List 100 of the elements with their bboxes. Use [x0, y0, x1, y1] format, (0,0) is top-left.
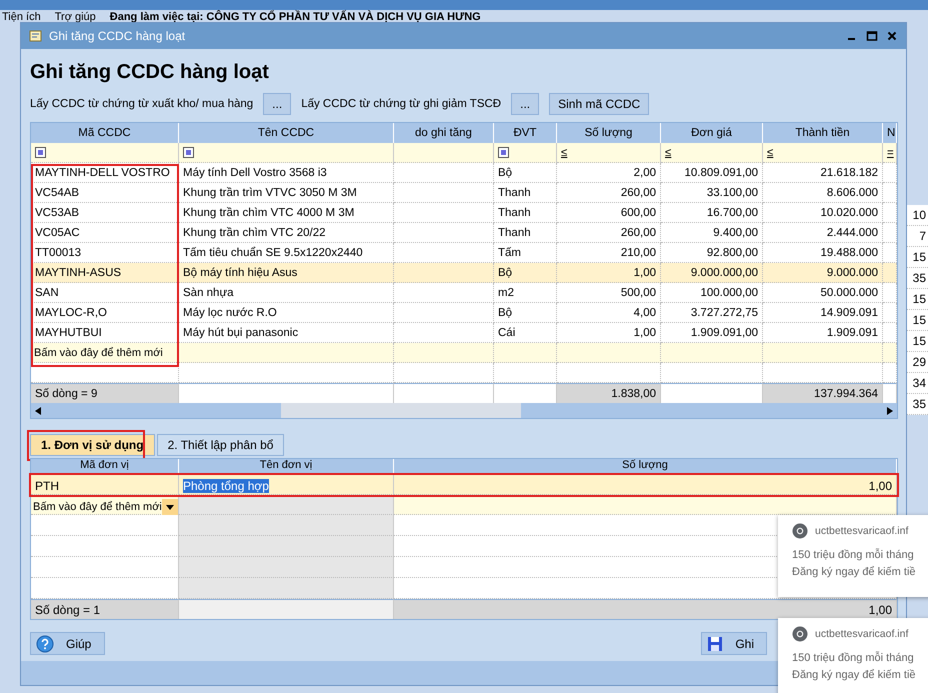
dropdown-caret-icon[interactable] — [162, 499, 178, 515]
filter-operator[interactable]: ≤ — [561, 143, 568, 162]
tab[interactable]: 1. Đơn vị sử dụng — [30, 434, 155, 456]
table-cell: Thanh — [494, 183, 557, 203]
notification-popup[interactable]: uctbettesvaricaof.inf 150 triệu đồng mỗi tháng Đăng ký ngay để kiếm tiề — [778, 618, 928, 693]
table-cell: 10.020.000 — [763, 203, 883, 223]
table-cell: Khung trần chìm VTC 20/22 — [179, 223, 394, 243]
scroll-left-icon[interactable] — [35, 406, 41, 414]
table-cell: MAYTINH-DELL VOSTRO — [31, 163, 179, 183]
toolbar-button[interactable]: Sinh mã CCDC — [549, 93, 650, 115]
filter-cell[interactable]: = — [883, 143, 897, 163]
notification-popup[interactable]: uctbettesvaricaof.inf 150 triệu đồng mỗi tháng Đăng ký ngay để kiếm tiề — [778, 515, 928, 597]
app-icon — [29, 29, 43, 43]
table-cell: Sàn nhựa — [179, 283, 394, 303]
summary-cell: 1,00 — [394, 599, 897, 619]
table-cell: Thanh — [494, 223, 557, 243]
table-cell — [883, 163, 897, 183]
table-cell: PTH — [31, 475, 179, 495]
dialog-heading: Ghi tăng CCDC hàng loạt — [30, 61, 270, 84]
column-header[interactable]: Tên CCDC — [179, 123, 394, 143]
table-cell: 16.700,00 — [661, 203, 763, 223]
toolbar-button[interactable]: ... — [511, 93, 540, 115]
table-cell — [883, 263, 897, 283]
table-cell: 9.000.000,00 — [661, 263, 763, 283]
table-cell: 1,00 — [394, 475, 897, 495]
table-cell: 14.909.091 — [763, 303, 883, 323]
browser-icon — [792, 626, 808, 642]
table-cell: Máy lọc nước R.O — [179, 303, 394, 323]
table-cell: 260,00 — [557, 183, 661, 203]
filter-operator[interactable]: ≤ — [665, 143, 672, 162]
table-cell: 3.727.272,75 — [661, 303, 763, 323]
notification-text: Đăng ký ngay để kiếm tiề — [792, 668, 917, 683]
table-cell — [883, 183, 897, 203]
add-row-prompt[interactable]: Bấm vào đây để thêm mới — [31, 343, 179, 363]
filter-operator[interactable]: = — [887, 143, 894, 162]
column-header[interactable]: Số lượng — [557, 123, 661, 143]
toolbar-button[interactable]: ... — [263, 93, 292, 115]
maximize-icon[interactable] — [866, 30, 878, 42]
menu-item[interactable]: Trợ giúp — [54, 10, 96, 24]
table-cell: 600,00 — [557, 203, 661, 223]
notification-text: 150 triệu đồng mỗi tháng — [792, 548, 915, 563]
column-header[interactable]: N — [883, 123, 897, 143]
filter-cell[interactable]: ≤ — [557, 143, 661, 163]
table-cell: Máy tính Dell Vostro 3568 i3 — [179, 163, 394, 183]
close-icon[interactable] — [886, 30, 898, 42]
help-icon — [36, 634, 54, 652]
table-cell: VC53AB — [31, 203, 179, 223]
notification-text: 150 triệu đồng mỗi tháng — [792, 650, 915, 666]
table-cell — [494, 343, 557, 363]
summary-cell — [494, 383, 557, 403]
summary-cell: 1.838,00 — [557, 383, 661, 403]
filter-operator[interactable]: ≤ — [767, 143, 774, 162]
browser-icon — [792, 523, 808, 539]
table-cell: Phòng tổng hợp — [179, 475, 394, 495]
table-cell: Bộ — [494, 263, 557, 283]
table-cell: Bộ — [494, 163, 557, 183]
filter-cell[interactable] — [31, 143, 179, 163]
tab[interactable]: 2. Thiết lập phân bổ — [156, 434, 284, 456]
table-cell: 33.100,00 — [661, 183, 763, 203]
filter-checkbox[interactable] — [498, 147, 509, 158]
horizontal-scrollbar[interactable] — [31, 403, 897, 418]
table-cell: 260,00 — [557, 223, 661, 243]
filter-cell[interactable] — [179, 143, 394, 163]
table-cell — [883, 343, 897, 363]
filter-cell[interactable]: ≤ — [661, 143, 763, 163]
table-cell: VC54AB — [31, 183, 179, 203]
summary-cell: Số dòng = 1 — [31, 599, 179, 619]
table-cell — [883, 203, 897, 223]
table-cell: Khung trần trìm VTVC 3050 M 3M — [179, 183, 394, 203]
table-cell: SAN — [31, 283, 179, 303]
table-cell: Bộ — [494, 303, 557, 323]
save-button[interactable]: Ghi — [701, 632, 767, 655]
table-cell: 2,00 — [557, 163, 661, 183]
table-cell — [883, 283, 897, 303]
table-cell: Bộ máy tính hiệu Asus — [179, 263, 394, 283]
help-button[interactable]: Giúp — [30, 632, 105, 655]
table-cell: 500,00 — [557, 283, 661, 303]
table-cell: 10.809.091,00 — [661, 163, 763, 183]
table-cell: 4,00 — [557, 303, 661, 323]
filter-checkbox[interactable] — [35, 147, 46, 158]
column-header[interactable]: Thành tiền — [763, 123, 883, 143]
table-cell: Thanh — [494, 203, 557, 223]
column-header[interactable]: ĐVT — [494, 123, 557, 143]
table-cell: 50.000.000 — [763, 283, 883, 303]
column-header[interactable]: Mã CCDC — [31, 123, 179, 143]
filter-cell[interactable] — [394, 143, 494, 163]
toolbar-label: Lấy CCDC từ chứng từ xuất kho/ mua hàng — [30, 98, 254, 110]
filter-cell[interactable] — [494, 143, 557, 163]
column-header[interactable]: do ghi tăng — [394, 123, 494, 143]
table-cell: 8.606.000 — [763, 183, 883, 203]
window-title: Ghi tăng CCDC hàng loạt — [49, 29, 186, 43]
table-cell: MAYTINH-ASUS — [31, 263, 179, 283]
column-header[interactable]: Đơn giá — [661, 123, 763, 143]
filter-cell[interactable]: ≤ — [763, 143, 883, 163]
filter-checkbox[interactable] — [183, 147, 194, 158]
toolbar-label: Lấy CCDC từ chứng từ ghi giảm TSCĐ — [301, 98, 502, 110]
scroll-right-icon[interactable] — [887, 406, 893, 414]
menu-item[interactable]: Tiện ích — [2, 10, 41, 24]
table-cell: 100.000,00 — [661, 283, 763, 303]
notification-site: uctbettesvaricaof.inf — [815, 525, 908, 537]
